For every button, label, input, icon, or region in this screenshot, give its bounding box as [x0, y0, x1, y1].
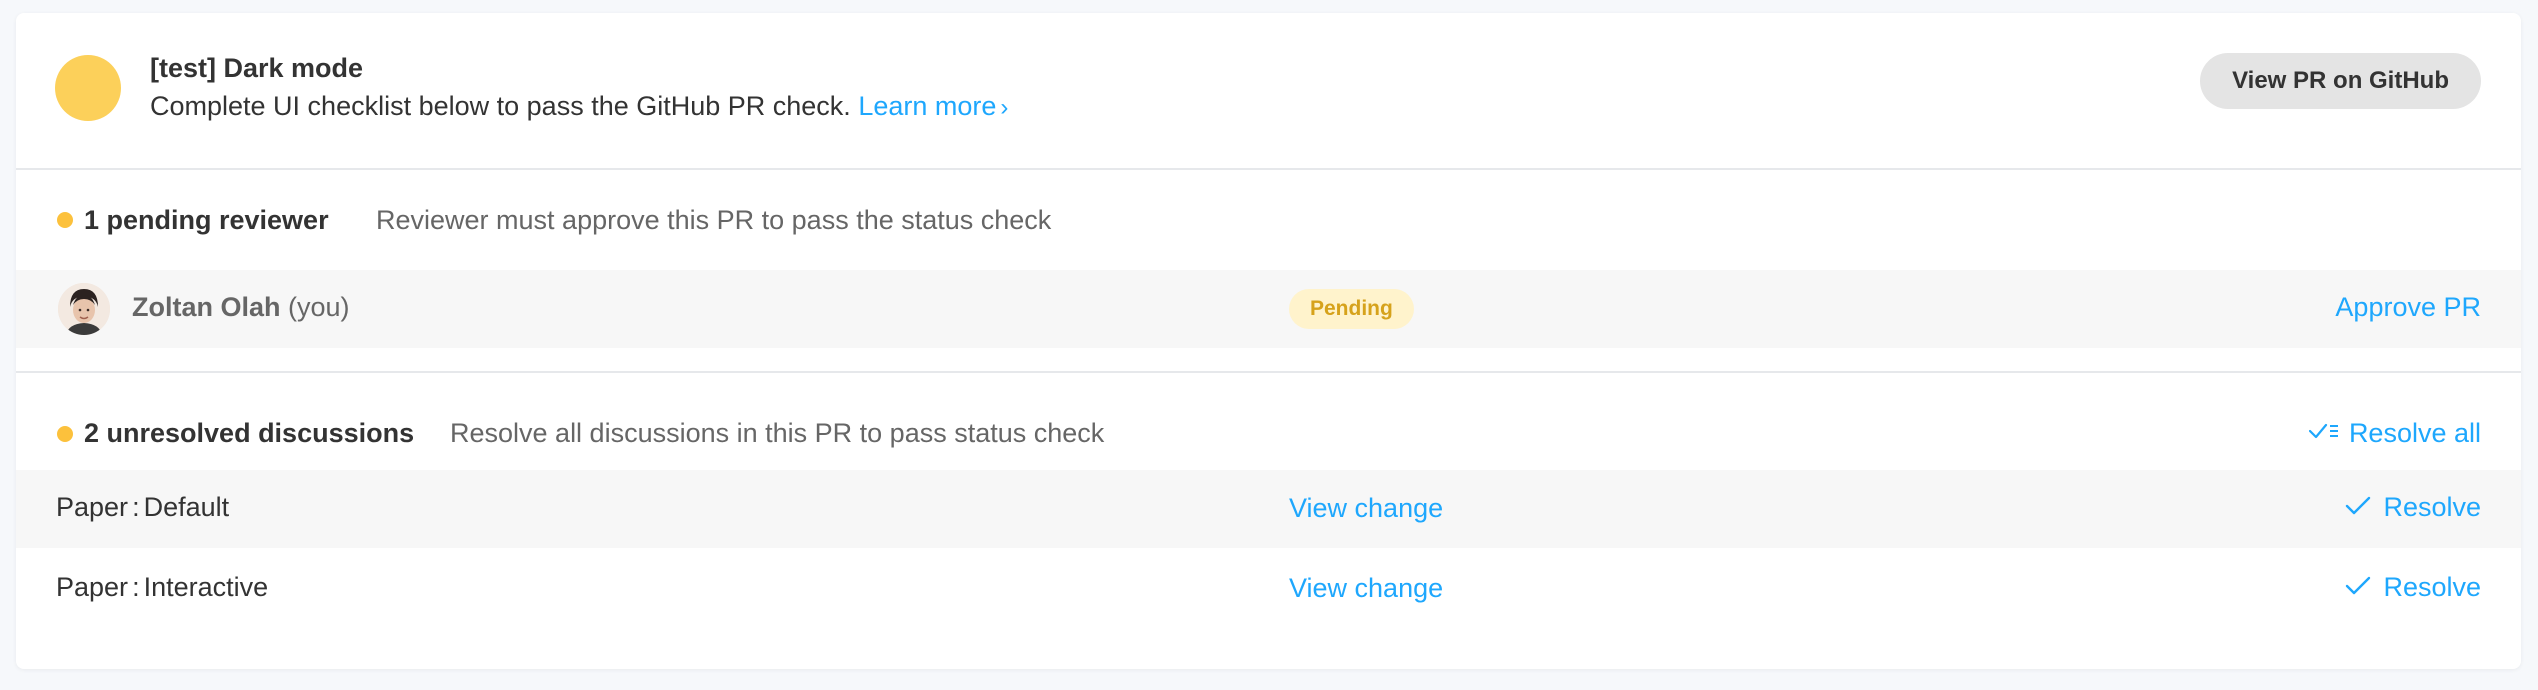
pr-header: [test] Dark mode Complete UI checklist b…	[16, 13, 2521, 170]
check-icon	[2345, 572, 2371, 603]
view-change-link[interactable]: View change	[1289, 493, 1443, 524]
resolve-label: Resolve	[2383, 492, 2481, 522]
check-icon	[2345, 492, 2371, 523]
discussion-label: Paper: Interactive	[56, 572, 268, 603]
view-pr-on-github-button[interactable]: View PR on GitHub	[2200, 53, 2481, 109]
reviewers-section-title: 1 pending reviewer	[84, 205, 329, 235]
pending-dot-icon	[57, 426, 73, 442]
discussion-row: Paper: Interactive View change Resolve	[16, 550, 2521, 628]
learn-more-link[interactable]: Learn more ›	[858, 91, 1008, 121]
pr-status-indicator	[55, 55, 121, 121]
discussion-story: Interactive	[143, 572, 269, 602]
discussion-story: Default	[143, 492, 230, 522]
reviewer-you-label: (you)	[288, 292, 350, 322]
discussion-label: Paper: Default	[56, 492, 229, 523]
reviewers-section-description: Reviewer must approve this PR to pass th…	[376, 205, 1052, 235]
pr-subtitle-text: Complete UI checklist below to pass the …	[150, 91, 851, 121]
resolve-all-button[interactable]: Resolve all	[2308, 418, 2481, 449]
discussions-section-title: 2 unresolved discussions	[84, 418, 415, 448]
discussions-section-header: 2 unresolved discussions Resolve all dis…	[16, 373, 2521, 470]
pr-subtitle: Complete UI checklist below to pass the …	[150, 91, 1008, 122]
discussion-row: Paper: Default View change Resolve	[16, 470, 2521, 548]
avatar	[58, 283, 110, 335]
view-change-link[interactable]: View change	[1289, 573, 1443, 604]
approve-pr-button[interactable]: Approve PR	[2335, 292, 2481, 323]
discussion-separator: :	[132, 492, 140, 522]
resolve-button[interactable]: Resolve	[2345, 492, 2481, 523]
chevron-right-icon: ›	[1000, 94, 1009, 121]
discussion-separator: :	[132, 572, 140, 602]
discussions-section-description: Resolve all discussions in this PR to pa…	[450, 418, 1105, 448]
resolve-all-label: Resolve all	[2348, 418, 2481, 448]
resolve-label: Resolve	[2383, 572, 2481, 602]
learn-more-label: Learn more	[858, 91, 997, 121]
reviewer-row: Zoltan Olah (you) Pending Approve PR	[16, 270, 2521, 348]
resolve-button[interactable]: Resolve	[2345, 572, 2481, 603]
pending-dot-icon	[57, 212, 73, 228]
status-badge: Pending	[1289, 289, 1414, 329]
reviewers-section-header: 1 pending reviewer Reviewer must approve…	[16, 170, 2521, 270]
reviewer-name-text: Zoltan Olah	[132, 292, 281, 322]
pr-status-card: [test] Dark mode Complete UI checklist b…	[16, 13, 2521, 669]
discussion-component: Paper	[56, 492, 129, 522]
pr-title: [test] Dark mode	[150, 53, 364, 83]
discussion-component: Paper	[56, 572, 129, 602]
check-list-icon	[2308, 418, 2339, 449]
reviewer-name: Zoltan Olah (you)	[132, 292, 350, 323]
